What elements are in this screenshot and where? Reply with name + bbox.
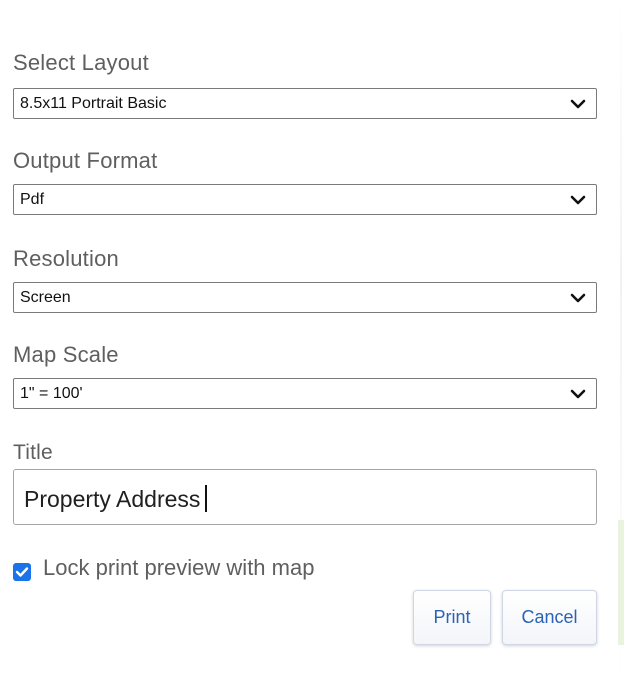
cancel-button[interactable]: Cancel	[502, 590, 597, 645]
title-label: Title	[13, 441, 53, 464]
chevron-down-icon	[570, 389, 586, 399]
map-scale-select-value: 1" = 100'	[20, 385, 83, 402]
layout-select[interactable]: 8.5x11 Portrait Basic	[13, 88, 597, 119]
resolution-select[interactable]: Screen	[13, 282, 597, 313]
output-format-label: Output Format	[13, 148, 158, 173]
lock-preview-checkbox[interactable]	[13, 563, 31, 581]
map-scale-select[interactable]: 1" = 100'	[13, 378, 597, 409]
output-format-select-value: Pdf	[20, 191, 45, 208]
panel-edge-accent	[618, 520, 624, 645]
resolution-label: Resolution	[13, 246, 119, 271]
layout-label: Select Layout	[13, 50, 149, 75]
chevron-down-icon	[570, 293, 586, 303]
output-format-select[interactable]: Pdf	[13, 184, 597, 215]
layout-select-value: 8.5x11 Portrait Basic	[20, 95, 167, 112]
checkmark-icon	[15, 567, 29, 577]
print-panel: Select Layout 8.5x11 Portrait Basic Outp…	[0, 0, 624, 685]
title-input[interactable]: Property Address	[13, 469, 597, 525]
title-input-text: Property Address	[24, 486, 201, 512]
chevron-down-icon	[570, 195, 586, 205]
map-scale-label: Map Scale	[13, 342, 119, 367]
lock-preview-label[interactable]: Lock print preview with map	[43, 555, 314, 581]
chevron-down-icon	[570, 99, 586, 109]
resolution-select-value: Screen	[20, 289, 71, 306]
title-input-value: Property Address	[24, 485, 208, 512]
print-button[interactable]: Print	[413, 590, 491, 645]
text-caret	[205, 485, 208, 512]
